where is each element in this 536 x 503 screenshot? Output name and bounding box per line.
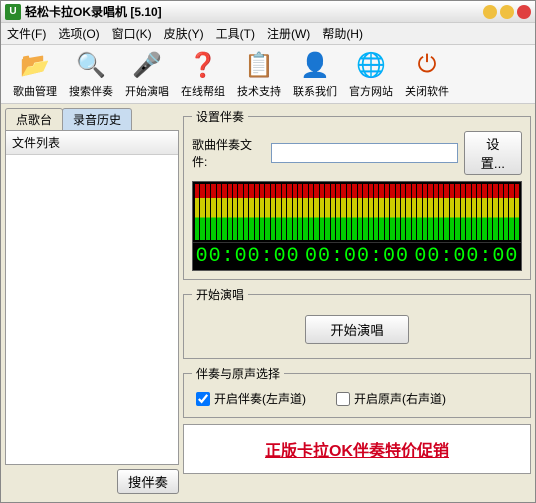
tb-official-site[interactable]: 🌐官方网站	[343, 49, 399, 99]
left-tabs: 点歌台 录音历史	[5, 108, 179, 130]
folder-icon: 📂	[19, 49, 51, 81]
timer-row: 00:00:00 00:00:00 00:00:00	[193, 242, 521, 270]
titlebar: U 轻松卡拉OK录唱机 [5.10]	[1, 1, 535, 23]
set-button[interactable]: 设置...	[464, 131, 522, 175]
start-sing-button[interactable]: 开始演唱	[305, 315, 408, 344]
promo-banner[interactable]: 正版卡拉OK伴奏特价促销	[183, 424, 531, 474]
right-panel: 设置伴奏 歌曲伴奏文件: 设置... 00:00:00 00:00:00 00:…	[183, 108, 531, 498]
group-set-accomp-legend: 设置伴奏	[192, 108, 248, 125]
close-button[interactable]	[517, 5, 531, 19]
file-list-box: 文件列表	[5, 130, 179, 465]
group-start-sing: 开始演唱 开始演唱	[183, 286, 531, 359]
spectrum-bars	[193, 182, 521, 242]
menu-window[interactable]: 窗口(K)	[112, 25, 152, 42]
tb-song-manage[interactable]: 📂歌曲管理	[7, 49, 63, 99]
menu-options[interactable]: 选项(O)	[58, 25, 99, 42]
main-window: U 轻松卡拉OK录唱机 [5.10] 文件(F) 选项(O) 窗口(K) 皮肤(…	[0, 0, 536, 503]
group-start-sing-legend: 开始演唱	[192, 286, 248, 303]
search-icon: 🔍	[75, 49, 107, 81]
menu-help[interactable]: 帮助(H)	[322, 25, 363, 42]
group-channel-legend: 伴奏与原声选择	[192, 365, 284, 382]
power-icon: ⏻	[411, 49, 443, 81]
app-icon: U	[5, 4, 21, 20]
file-list[interactable]	[6, 155, 178, 464]
tb-contact-us[interactable]: 👤联系我们	[287, 49, 343, 99]
tb-search-accomp[interactable]: 🔍搜索伴奏	[63, 49, 119, 99]
maximize-button[interactable]	[500, 5, 514, 19]
globe-icon: 🌐	[355, 49, 387, 81]
tb-tech-support[interactable]: 📋技术支持	[231, 49, 287, 99]
timer-2: 00:00:00	[305, 245, 409, 268]
window-title: 轻松卡拉OK录唱机 [5.10]	[25, 3, 162, 20]
content-area: 点歌台 录音历史 文件列表 搜伴奏 设置伴奏 歌曲伴奏文件: 设置...	[1, 104, 535, 502]
group-set-accomp: 设置伴奏 歌曲伴奏文件: 设置... 00:00:00 00:00:00 00:…	[183, 108, 531, 280]
tb-online-help[interactable]: ❓在线帮组	[175, 49, 231, 99]
file-list-header: 文件列表	[6, 131, 178, 155]
person-icon: 👤	[299, 49, 331, 81]
accomp-file-input[interactable]	[271, 143, 458, 163]
timer-1: 00:00:00	[196, 245, 300, 268]
clipboard-icon: 📋	[243, 49, 275, 81]
checkbox-accomp-left-input[interactable]	[196, 392, 210, 406]
search-accomp-button[interactable]: 搜伴奏	[117, 469, 179, 494]
tab-record-history[interactable]: 录音历史	[62, 108, 132, 130]
menu-skin[interactable]: 皮肤(Y)	[164, 25, 204, 42]
checkbox-accomp-left[interactable]: 开启伴奏(左声道)	[196, 390, 306, 407]
menubar: 文件(F) 选项(O) 窗口(K) 皮肤(Y) 工具(T) 注册(W) 帮助(H…	[1, 23, 535, 45]
minimize-button[interactable]	[483, 5, 497, 19]
left-footer: 搜伴奏	[5, 465, 179, 498]
tab-song-desk[interactable]: 点歌台	[5, 108, 63, 130]
menu-file[interactable]: 文件(F)	[7, 25, 46, 42]
tb-start-sing[interactable]: 🎤开始演唱	[119, 49, 175, 99]
spectrum-display: 00:00:00 00:00:00 00:00:00	[192, 181, 522, 271]
menu-register[interactable]: 注册(W)	[267, 25, 310, 42]
toolbar: 📂歌曲管理 🔍搜索伴奏 🎤开始演唱 ❓在线帮组 📋技术支持 👤联系我们 🌐官方网…	[1, 45, 535, 104]
mic-icon: 🎤	[131, 49, 163, 81]
help-icon: ❓	[187, 49, 219, 81]
checkbox-vocal-right[interactable]: 开启原声(右声道)	[336, 390, 446, 407]
checkbox-vocal-right-input[interactable]	[336, 392, 350, 406]
left-panel: 点歌台 录音历史 文件列表 搜伴奏	[5, 108, 179, 498]
tb-close-app[interactable]: ⏻关闭软件	[399, 49, 455, 99]
group-channel-select: 伴奏与原声选择 开启伴奏(左声道) 开启原声(右声道)	[183, 365, 531, 418]
accomp-file-label: 歌曲伴奏文件:	[192, 136, 265, 170]
timer-3: 00:00:00	[414, 245, 518, 268]
menu-tools[interactable]: 工具(T)	[216, 25, 255, 42]
